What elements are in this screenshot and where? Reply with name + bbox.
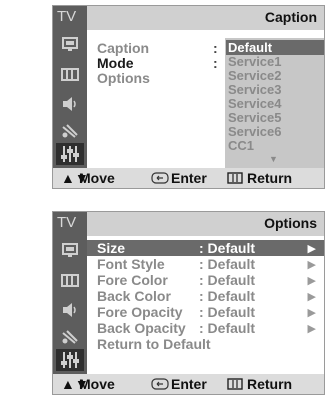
enter-icon: [151, 172, 169, 184]
footer-bar: ▲▼ Move Enter Return: [53, 168, 324, 188]
caption-label[interactable]: Caption: [97, 40, 149, 56]
sound-icon[interactable]: [61, 96, 79, 112]
back-opacity-arrow-icon[interactable]: ▶: [308, 322, 316, 335]
size-label[interactable]: Size: [97, 240, 125, 256]
option-service6[interactable]: Service6: [228, 124, 282, 139]
enter-label: Enter: [171, 170, 207, 186]
fore-opacity-value: : Default: [199, 304, 255, 320]
footer-bar: ▲▼ Move Enter Return: [53, 374, 324, 394]
return-to-default-item[interactable]: Return to Default: [97, 336, 211, 352]
tv-label: TV: [57, 214, 77, 231]
option-service5[interactable]: Service5: [228, 110, 282, 125]
caption-content: Caption : Mode : Options Default Service…: [87, 30, 324, 168]
mode-colon: :: [213, 55, 218, 71]
move-label: Move: [79, 170, 115, 186]
input-icon[interactable]: [61, 329, 79, 345]
font-style-arrow-icon[interactable]: ▶: [308, 258, 316, 271]
channel-icon[interactable]: [61, 66, 79, 82]
setup-icon-selected[interactable]: [56, 349, 84, 371]
caption-menu-panel: TV Caption Caption: Mode: Options Defa…: [52, 5, 325, 189]
back-color-arrow-icon[interactable]: ▶: [308, 290, 316, 303]
return-label: Return: [247, 170, 293, 186]
option-default[interactable]: Default: [226, 40, 324, 55]
mode-dropdown[interactable]: Default Service1 Service2 Service3 Servi…: [225, 38, 324, 168]
mode-label[interactable]: Mode: [97, 55, 134, 71]
back-opacity-value: : Default: [199, 320, 255, 336]
sound-icon[interactable]: [61, 302, 79, 318]
caption-colon: :: [213, 40, 218, 56]
back-color-value: : Default: [199, 288, 255, 304]
return-icon: [227, 378, 243, 390]
setup-icon: [61, 146, 79, 162]
back-color-label[interactable]: Back Color: [97, 288, 171, 304]
fore-color-arrow-icon[interactable]: ▶: [308, 274, 316, 287]
scroll-down-icon[interactable]: ▼: [269, 154, 278, 164]
fore-color-label[interactable]: Fore Color: [97, 272, 168, 288]
setup-icon: [61, 352, 79, 368]
page-title: Options: [264, 215, 317, 231]
options-label[interactable]: Options: [97, 70, 150, 86]
option-service1[interactable]: Service1: [228, 54, 282, 69]
setup-icon-selected[interactable]: [56, 143, 84, 165]
option-service4[interactable]: Service4: [228, 96, 282, 111]
enter-label: Enter: [171, 376, 207, 392]
menu-sidebar: TV: [53, 6, 87, 168]
input-icon[interactable]: [61, 123, 79, 139]
menu-sidebar: TV: [53, 212, 87, 374]
picture-icon[interactable]: [61, 36, 79, 52]
return-label: Return: [247, 376, 293, 392]
channel-icon[interactable]: [61, 272, 79, 288]
size-value: : Default: [199, 240, 255, 256]
fore-opacity-label[interactable]: Fore Opacity: [97, 304, 183, 320]
back-opacity-label[interactable]: Back Opacity: [97, 320, 186, 336]
font-style-value: : Default: [199, 256, 255, 272]
picture-icon[interactable]: [61, 242, 79, 258]
font-style-label[interactable]: Font Style: [97, 256, 165, 272]
size-arrow-icon[interactable]: ▶: [308, 242, 316, 255]
option-service3[interactable]: Service3: [228, 82, 282, 97]
option-service2[interactable]: Service2: [228, 68, 282, 83]
fore-opacity-arrow-icon[interactable]: ▶: [308, 306, 316, 319]
title-bar: Options: [87, 212, 324, 236]
options-content: Size : Default ▶ Font Style : Default ▶ …: [87, 236, 324, 374]
move-label: Move: [79, 376, 115, 392]
fore-color-value: : Default: [199, 272, 255, 288]
return-icon: [227, 172, 243, 184]
options-menu-panel: TV Options Size: Default ▶ Font Style:…: [52, 211, 325, 395]
title-bar: Caption: [87, 6, 324, 30]
option-cc1[interactable]: CC1: [228, 138, 254, 153]
tv-label: TV: [57, 8, 77, 25]
enter-icon: [151, 378, 169, 390]
page-title: Caption: [264, 9, 317, 25]
